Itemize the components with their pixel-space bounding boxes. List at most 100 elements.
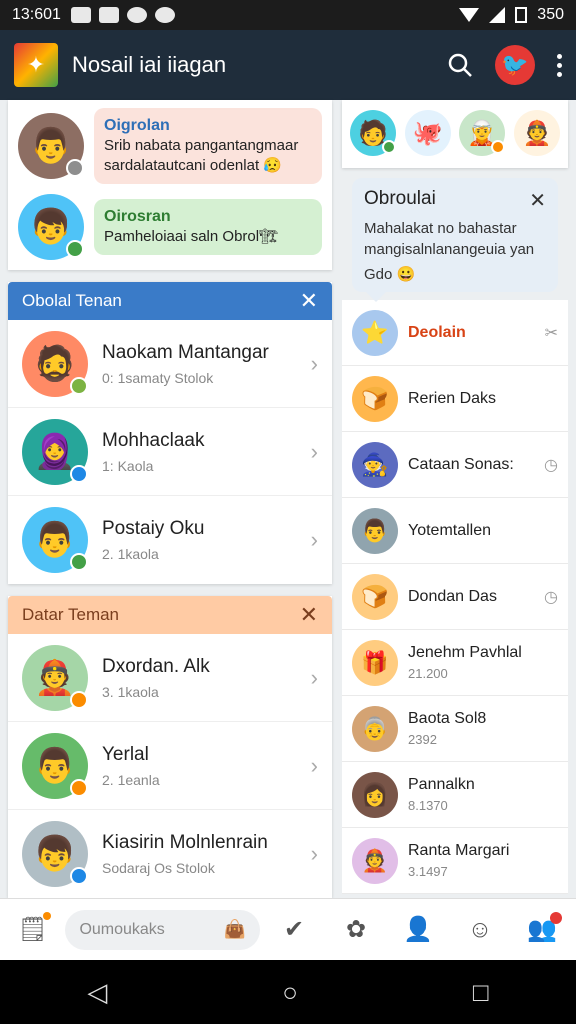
chat-popup[interactable]: Obroulai ✕ Mahalakat no bahastar mangisa…: [352, 178, 558, 302]
list-item-title: Ranta Margari: [408, 842, 510, 859]
avatar: 👩: [352, 771, 398, 818]
list-item-sub: 8.1370: [408, 798, 448, 813]
friend-row[interactable]: 👲 Dxordan. Alk 3. 1kaola ›: [8, 634, 332, 722]
list-item-title: Rerien Daks: [408, 389, 497, 407]
list-item[interactable]: 🧙 Cataan Sonas: ◷: [342, 432, 568, 498]
friend-row[interactable]: 🧔 Naokam Mantangar 0: 1samaty Stolok ›: [8, 320, 332, 408]
profile-avatar[interactable]: 🐦: [495, 45, 535, 85]
app-logo: ✦: [14, 43, 58, 87]
friend-name: Naokam Mantangar: [102, 341, 269, 363]
online-friends-section: Obolal Tenan ✕ 🧔 Naokam Mantangar 0: 1sam…: [8, 282, 332, 584]
message-text: Pamheloiaai saln Obrol🏗: [104, 228, 279, 245]
message-sender: Oigrolan: [104, 117, 170, 134]
smile-icon[interactable]: ☺: [460, 910, 500, 950]
right-list: ⭐ Deolain ✂ 🍞 Rerien Daks 🧙 Cataan Sonas…: [342, 300, 568, 894]
friend-name: Kiasirin Molnlenrain: [102, 832, 268, 853]
section-header: Datar Teman ✕: [8, 596, 332, 634]
list-item-sub: 21.200: [408, 666, 448, 681]
friend-name: Dxordan. Alk: [102, 655, 210, 677]
friend-name: Mohhaclaak: [102, 429, 205, 451]
recents-icon[interactable]: □: [473, 977, 489, 1008]
list-item[interactable]: 🍞 Dondan Das ◷: [342, 564, 568, 630]
list-item[interactable]: 🎁 Jenehm Pavhlal 21.200: [342, 630, 568, 696]
list-item-title: Baota Sol8: [408, 710, 487, 727]
scissors-icon[interactable]: ✂: [545, 323, 558, 343]
list-item-sub: 2392: [408, 732, 437, 747]
list-item[interactable]: ⭐ Deolain ✂: [342, 300, 568, 366]
system-navigation: ◁ ○ □: [0, 960, 576, 1024]
notification-icon[interactable]: 👥: [522, 910, 562, 950]
avatar[interactable]: 🐙: [404, 110, 451, 156]
more-vert-icon[interactable]: [557, 53, 562, 77]
close-icon[interactable]: ✕: [300, 602, 318, 628]
friend-status: 2. 1eanla: [102, 771, 160, 788]
status-time: 13:601: [12, 6, 61, 23]
chevron-right-icon: ›: [310, 664, 318, 690]
chevron-right-icon: ›: [310, 752, 318, 778]
notification-icon: [70, 7, 91, 23]
home-icon[interactable]: ○: [282, 977, 298, 1008]
friend-status: 1: Kaola: [102, 457, 154, 474]
search-placeholder: Oumoukaks: [79, 920, 165, 938]
bread-icon: 🍞: [352, 573, 398, 620]
avatar: 🧔: [22, 330, 88, 397]
notification-icon: [126, 7, 147, 23]
friend-row[interactable]: 👨 Postaiy Oku 2. 1kaola ›: [8, 496, 332, 584]
list-item[interactable]: 👩 Pannalkn 8.1370: [342, 762, 568, 828]
search-input[interactable]: Oumoukaks 👜: [65, 909, 260, 950]
avatar: 👨: [18, 113, 84, 179]
back-icon[interactable]: ◁: [87, 977, 107, 1008]
popup-title: Obroulai: [364, 188, 436, 209]
friend-row[interactable]: 👦 Kiasirin Molnlenrain Sodaraj Os Stolok …: [8, 810, 332, 898]
friend-row[interactable]: 🧕 Mohhaclaak 1: Kaola ›: [8, 408, 332, 496]
bag-icon[interactable]: 👜: [224, 919, 246, 940]
bottom-bar: 🗒 Oumoukaks 👜 ✔ ✿ 👤 ☺ 👥: [0, 898, 576, 960]
message-bubble: Oigrolan Srib nabata pangantangmaar sard…: [94, 108, 322, 184]
section-header: Obolal Tenan ✕: [8, 282, 332, 320]
app-bar: ✦ Nosail iai iiagan 🐦: [0, 30, 576, 100]
notes-icon[interactable]: 🗒: [14, 910, 52, 950]
notification-icon: [98, 7, 119, 23]
list-item-title: Yotemtallen: [408, 521, 492, 539]
list-item-title: Dondan Das: [408, 587, 497, 605]
bread-icon: 🍞: [352, 375, 398, 422]
section-title: Datar Teman: [22, 605, 120, 624]
check-icon[interactable]: ✔: [274, 910, 314, 950]
clock-icon: ◷: [544, 588, 558, 606]
wifi-icon: [459, 8, 480, 22]
list-item[interactable]: 👨 Yotemtallen: [342, 498, 568, 564]
recent-messages-card: 👨 Oigrolan Srib nabata pangantangmaar sa…: [8, 100, 332, 270]
status-dot: [66, 240, 84, 258]
avatar: 👲: [352, 837, 398, 884]
avatar: 👦: [18, 194, 84, 260]
avatar: 👦: [22, 821, 88, 887]
chevron-right-icon: ›: [310, 438, 318, 464]
search-icon[interactable]: [447, 52, 473, 78]
clock-icon: ◷: [544, 456, 558, 474]
list-item[interactable]: 👵 Baota Sol8 2392: [342, 696, 568, 762]
popup-footer: Gdo 😀: [364, 266, 416, 283]
section-title: Obolal Tenan: [22, 291, 122, 310]
close-icon[interactable]: ✕: [529, 188, 546, 213]
close-icon[interactable]: ✕: [300, 288, 318, 314]
friend-name: Postaiy Oku: [102, 518, 205, 539]
avatar[interactable]: 🧝: [459, 110, 506, 156]
list-item[interactable]: 👲 Ranta Margari 3.1497: [342, 828, 568, 894]
friend-status: 2. 1kaola: [102, 546, 159, 562]
avatar[interactable]: 🧑: [350, 110, 396, 156]
message-item[interactable]: 👨 Oigrolan Srib nabata pangantangmaar sa…: [18, 108, 322, 184]
message-bubble: Oirosran Pamheloiaai saln Obrol🏗: [94, 199, 322, 255]
list-item[interactable]: 🍞 Rerien Daks: [342, 366, 568, 432]
avatar[interactable]: 👲: [513, 110, 560, 156]
gift-icon: 🎁: [352, 639, 398, 686]
message-item[interactable]: 👦 Oirosran Pamheloiaai saln Obrol🏗: [18, 194, 322, 260]
message-sender: Oirosran: [104, 208, 171, 225]
popup-body: Mahalakat no bahastar mangisalnlanangeui…: [364, 220, 535, 258]
user-icon[interactable]: 👤: [398, 910, 438, 950]
friend-list-section: Datar Teman ✕ 👲 Dxordan. Alk 3. 1kaola › …: [8, 596, 332, 898]
friend-row[interactable]: 👨 Yerlal 2. 1eanla ›: [8, 722, 332, 810]
status-dot: [66, 159, 84, 177]
avatar: 👨: [352, 507, 398, 554]
puzzle-icon[interactable]: ✿: [336, 910, 376, 950]
avatar: 👨: [22, 732, 88, 799]
